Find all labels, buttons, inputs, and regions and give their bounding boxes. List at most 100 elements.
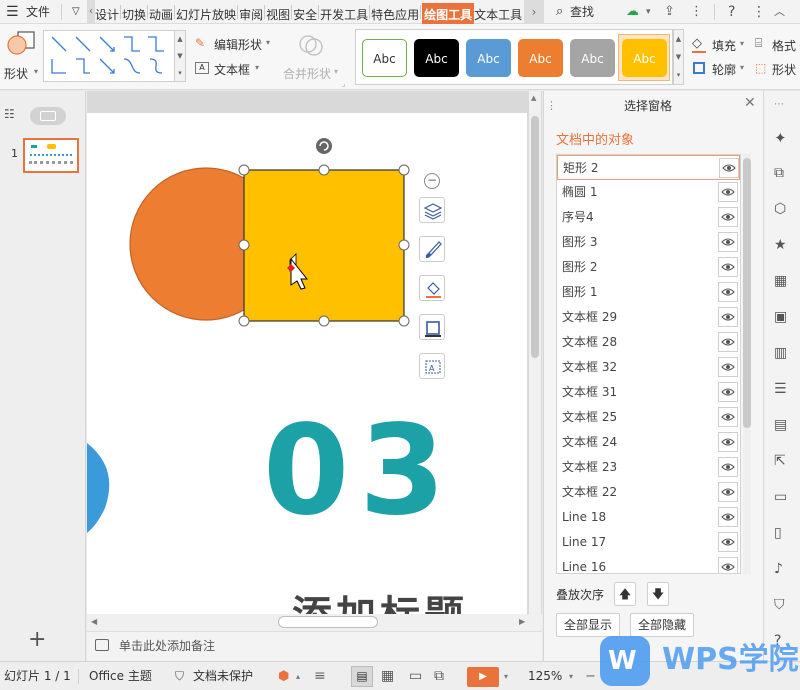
- rectangle-2[interactable]: [243, 169, 405, 322]
- blue-shape[interactable]: [87, 443, 110, 533]
- object-name[interactable]: 矩形 2: [563, 156, 598, 181]
- visibility-toggle[interactable]: [718, 357, 738, 377]
- object-name[interactable]: 图形 3: [562, 230, 597, 255]
- zoom-level[interactable]: 125%: [528, 662, 562, 690]
- style-preset-gray[interactable]: Abc: [570, 39, 615, 77]
- object-list-item[interactable]: 文本框 23: [557, 455, 740, 480]
- outline-view-icon[interactable]: ☷: [4, 107, 15, 121]
- text-wrap-button[interactable]: A: [419, 353, 445, 379]
- cloud-sync-icon[interactable]: ☁: [626, 0, 639, 24]
- style-preset-black[interactable]: Abc: [414, 39, 459, 77]
- object-name[interactable]: 文本框 25: [562, 405, 617, 430]
- zoom-out-icon[interactable]: −: [585, 662, 596, 690]
- object-list-item[interactable]: Line 17: [557, 530, 740, 555]
- chevron-up-icon[interactable]: ▴: [296, 662, 300, 690]
- hamburger-icon[interactable]: ☰: [6, 0, 19, 24]
- object-list-item[interactable]: 文本框 24: [557, 430, 740, 455]
- notes-placeholder[interactable]: 单击此处添加备注: [119, 632, 215, 660]
- object-list-item[interactable]: 图形 1: [557, 280, 740, 305]
- object-name[interactable]: 文本框 31: [562, 380, 617, 405]
- object-list-item[interactable]: 文本框 31: [557, 380, 740, 405]
- object-list-scroll-thumb[interactable]: [743, 158, 751, 428]
- help-icon[interactable]: ?: [728, 0, 735, 24]
- object-name[interactable]: 文本框 32: [562, 355, 617, 380]
- object-list-item[interactable]: 文本框 29: [557, 305, 740, 330]
- object-list-item[interactable]: 文本框 22: [557, 480, 740, 505]
- visibility-toggle[interactable]: [719, 158, 739, 178]
- fill-button[interactable]: 填充: [712, 37, 736, 54]
- play-slideshow-button[interactable]: ▶: [467, 667, 499, 687]
- tab-developer[interactable]: 开发工具: [320, 3, 368, 24]
- visibility-toggle[interactable]: [718, 407, 738, 427]
- style-gallery-scroll[interactable]: ▲ ▼ ▾: [673, 29, 684, 85]
- merge-shape-button[interactable]: 合并形状: [283, 65, 331, 82]
- object-name[interactable]: 序号4: [562, 205, 594, 230]
- rotate-handle-icon[interactable]: [316, 138, 332, 154]
- search-icon[interactable]: ⌕: [556, 0, 563, 24]
- object-list-item[interactable]: 序号4: [557, 205, 740, 230]
- collapse-toolbar-icon[interactable]: −: [424, 173, 440, 189]
- notes-bar[interactable]: 单击此处添加备注: [87, 631, 542, 661]
- beautify-icon[interactable]: ⬢: [278, 662, 289, 690]
- image-icon[interactable]: ▤: [774, 417, 792, 435]
- normal-view-button[interactable]: ▤: [351, 666, 373, 687]
- move-up-button[interactable]: 🡅: [614, 582, 636, 606]
- chevron-down-icon[interactable]: ▾: [646, 0, 651, 24]
- tab-text-tools[interactable]: 文本工具: [474, 3, 522, 24]
- thumbnail-view-toggle[interactable]: [30, 107, 66, 125]
- visibility-toggle[interactable]: [718, 482, 738, 502]
- outline-button[interactable]: 轮廓: [712, 61, 736, 78]
- object-list-scrollbar[interactable]: [743, 154, 751, 574]
- chevron-down-icon[interactable]: ▾: [504, 662, 508, 690]
- tab-security[interactable]: 安全: [293, 3, 317, 24]
- object-list-item[interactable]: Line 16: [557, 555, 740, 573]
- more-options-icon[interactable]: ⋮: [752, 0, 766, 24]
- visibility-toggle[interactable]: [718, 282, 738, 302]
- visibility-toggle[interactable]: [718, 257, 738, 277]
- slide-sorter-icon[interactable]: ▦: [381, 662, 394, 690]
- notes-toggle-icon[interactable]: ≡: [314, 662, 326, 690]
- shape-effect-button[interactable]: 形状: [772, 61, 796, 78]
- collapse-ribbon-icon[interactable]: ︿: [774, 0, 785, 24]
- tab-scroll-right-icon[interactable]: ›: [524, 0, 544, 24]
- shapes-icon[interactable]: ⬡: [774, 201, 792, 219]
- quick-access-dropdown-icon[interactable]: ▽: [72, 0, 80, 24]
- textbox-button[interactable]: 文本框: [214, 61, 250, 78]
- visibility-toggle[interactable]: [718, 532, 738, 552]
- visibility-toggle[interactable]: [718, 207, 738, 227]
- table-icon[interactable]: ▦: [774, 273, 792, 291]
- style-preset-gold[interactable]: Abc: [622, 39, 667, 77]
- tab-design[interactable]: 设计: [95, 3, 119, 24]
- layout-icon[interactable]: ⧉: [774, 165, 792, 183]
- slide-number-text[interactable]: 03: [263, 409, 456, 533]
- settings-icon[interactable]: ☰: [774, 381, 792, 399]
- grid-icon[interactable]: ▣: [774, 309, 792, 327]
- chart-icon[interactable]: ▥: [774, 345, 792, 363]
- object-name[interactable]: 文本框 24: [562, 430, 617, 455]
- object-name[interactable]: 文本框 23: [562, 455, 617, 480]
- object-list-item[interactable]: 图形 3: [557, 230, 740, 255]
- object-list-item[interactable]: 矩形 2: [557, 155, 740, 180]
- fill-quick-button[interactable]: [419, 275, 445, 301]
- object-name[interactable]: 图形 1: [562, 280, 597, 305]
- visibility-toggle[interactable]: [718, 307, 738, 327]
- visibility-toggle[interactable]: [718, 457, 738, 477]
- visibility-toggle[interactable]: [718, 382, 738, 402]
- visibility-toggle[interactable]: [718, 232, 738, 252]
- format-button[interactable]: 格式: [772, 37, 796, 54]
- scroll-right-icon[interactable]: ▶: [519, 617, 525, 626]
- visibility-toggle[interactable]: [718, 432, 738, 452]
- tab-drawing-tools[interactable]: 绘图工具: [422, 3, 475, 24]
- drag-handle-icon[interactable]: ⋮: [546, 99, 557, 112]
- style-preset-blue[interactable]: Abc: [466, 39, 511, 77]
- style-preset-orange[interactable]: Abc: [518, 39, 563, 77]
- horizontal-scroll-thumb[interactable]: [278, 616, 378, 628]
- magic-wand-icon[interactable]: ✦: [774, 129, 792, 147]
- search-button[interactable]: 查找: [570, 0, 594, 24]
- object-name[interactable]: 文本框 28: [562, 330, 617, 355]
- theme-name[interactable]: Office 主题: [89, 662, 152, 690]
- vertical-scroll-thumb[interactable]: [531, 116, 539, 358]
- object-list-item[interactable]: 文本框 32: [557, 355, 740, 380]
- shield-icon[interactable]: ⛉: [774, 597, 792, 615]
- tab-transition[interactable]: 切换: [122, 3, 146, 24]
